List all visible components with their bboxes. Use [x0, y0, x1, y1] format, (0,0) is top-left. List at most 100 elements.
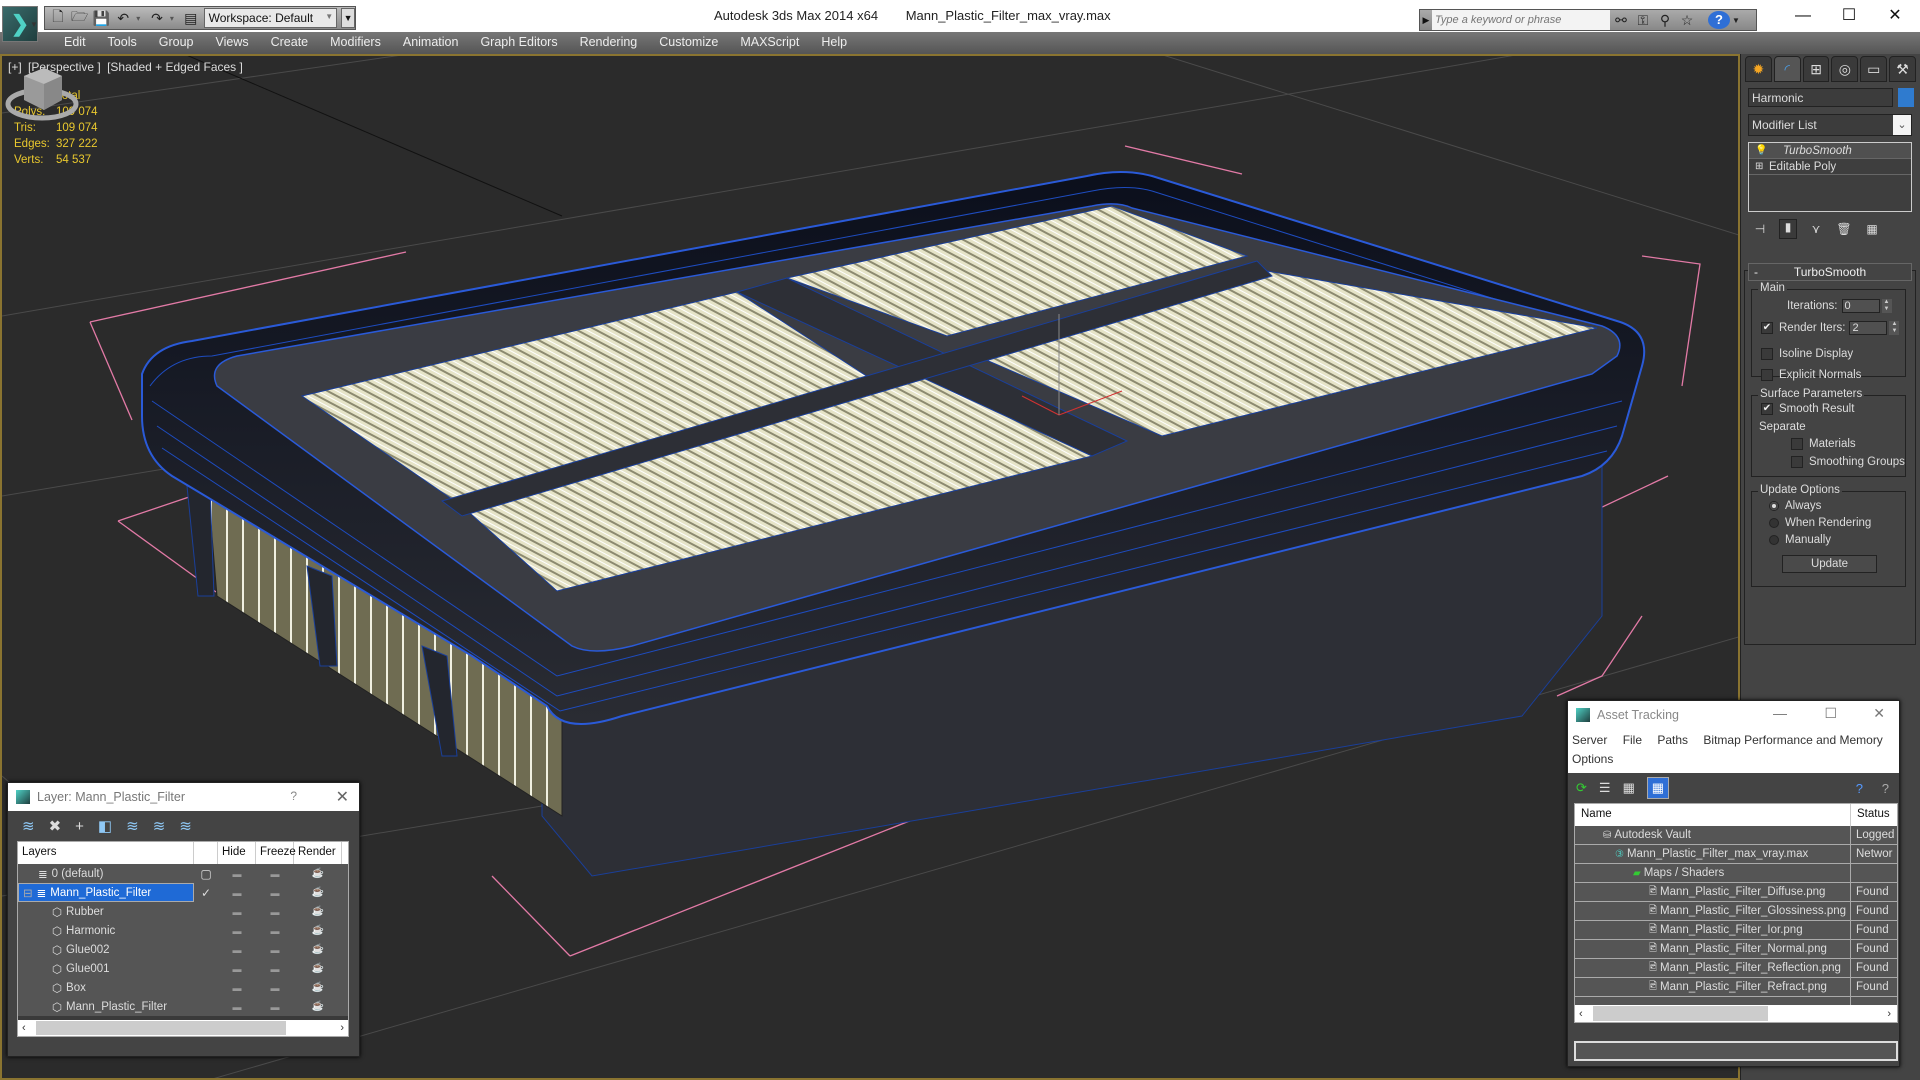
- maximize-button[interactable]: ☐: [1824, 705, 1837, 722]
- expand-plus-icon[interactable]: ⊞: [1755, 161, 1769, 172]
- hide-toggle[interactable]: ▬: [218, 926, 256, 936]
- save-file-icon[interactable]: 💾: [93, 9, 111, 27]
- isoline-display-checkbox[interactable]: [1761, 348, 1773, 360]
- redo-icon[interactable]: ↷: [148, 9, 166, 27]
- refresh-icon[interactable]: ⟳: [1576, 780, 1587, 796]
- minimize-button[interactable]: —: [1773, 705, 1787, 721]
- show-end-result-icon[interactable]: ▮: [1779, 219, 1797, 239]
- close-button[interactable]: ✕: [1872, 4, 1918, 28]
- table-view-icon[interactable]: ▦: [1646, 777, 1669, 799]
- render-teapot-icon[interactable]: ☕: [294, 982, 342, 993]
- configure-modifier-sets-icon[interactable]: ▦: [1863, 222, 1881, 236]
- freeze-toggle[interactable]: ▬: [256, 964, 294, 974]
- collapse-minus-icon[interactable]: ⊟: [23, 886, 33, 900]
- hide-toggle[interactable]: ▬: [218, 983, 256, 993]
- column-layers[interactable]: Layers: [18, 842, 194, 864]
- viewcube[interactable]: [2, 56, 82, 126]
- display-tab[interactable]: ▭: [1860, 56, 1888, 82]
- asset-row[interactable]: ⛁ Autodesk Vault Logged: [1575, 826, 1897, 845]
- help-icon[interactable]: ?: [1856, 781, 1863, 796]
- hide-toggle[interactable]: ▬: [218, 945, 256, 955]
- scrollbar-thumb[interactable]: [36, 1021, 286, 1035]
- modify-tab[interactable]: ◜: [1773, 56, 1801, 82]
- asset-row[interactable]: 🖻 Mann_Plastic_Filter_Glossiness.png Foun…: [1575, 902, 1897, 921]
- hierarchy-tab[interactable]: ⊞: [1802, 56, 1830, 82]
- menu-views[interactable]: Views: [207, 32, 262, 54]
- list-view-icon[interactable]: ☰: [1599, 780, 1611, 796]
- hide-toggle[interactable]: ▬: [218, 888, 256, 898]
- asset-row[interactable]: 🖻 Mann_Plastic_Filter_Refract.png Found: [1575, 978, 1897, 997]
- render-teapot-icon[interactable]: ☕: [294, 887, 342, 898]
- object-name-field[interactable]: Harmonic: [1748, 88, 1893, 107]
- pin-stack-icon[interactable]: ⊣: [1751, 222, 1769, 236]
- menu-graph-editors[interactable]: Graph Editors: [472, 32, 571, 54]
- column-render[interactable]: Render: [294, 842, 342, 864]
- menu-rendering[interactable]: Rendering: [572, 32, 652, 54]
- new-file-icon[interactable]: 🗋: [49, 8, 67, 27]
- menu-bitmap-performance[interactable]: Bitmap Performance and Memory: [1703, 733, 1882, 747]
- hide-toggle[interactable]: ▬: [218, 964, 256, 974]
- help-icon[interactable]: ?: [1708, 11, 1730, 29]
- asset-row[interactable]: 🖻 Mann_Plastic_Filter_Diffuse.png Found: [1575, 883, 1897, 902]
- update-button[interactable]: Update: [1782, 555, 1877, 573]
- scrollbar-thumb[interactable]: [1593, 1006, 1768, 1021]
- column-freeze[interactable]: Freeze: [256, 842, 296, 864]
- make-unique-icon[interactable]: ⋎: [1807, 222, 1825, 236]
- hide-freeze-all-icon[interactable]: ≋: [179, 817, 192, 835]
- object-row[interactable]: ⬡ Box ▬ ▬ ☕: [18, 978, 348, 997]
- menu-customize[interactable]: Customize: [651, 32, 732, 54]
- undo-icon[interactable]: ↶: [114, 9, 132, 27]
- materials-checkbox[interactable]: [1791, 438, 1803, 450]
- asset-tracking-titlebar[interactable]: Asset Tracking — ☐ ✕: [1568, 701, 1899, 729]
- scroll-left-icon[interactable]: ‹: [1579, 1008, 1583, 1020]
- freeze-toggle[interactable]: ▬: [256, 869, 294, 879]
- update-when-rendering-radio[interactable]: [1769, 518, 1779, 528]
- tree-view-icon[interactable]: ▦: [1623, 780, 1635, 796]
- satellite-icon[interactable]: ⚲: [1654, 12, 1676, 29]
- render-teapot-icon[interactable]: ☕: [294, 906, 342, 917]
- iterations-spinner[interactable]: 0: [1841, 299, 1880, 313]
- menu-animation[interactable]: Animation: [395, 32, 473, 54]
- render-teapot-icon[interactable]: ☕: [294, 925, 342, 936]
- search-input[interactable]: [1432, 10, 1610, 30]
- horizontal-scrollbar[interactable]: ‹ ›: [1575, 1005, 1897, 1022]
- column-status[interactable]: Status: [1851, 804, 1896, 826]
- add-to-layer-icon[interactable]: +: [75, 818, 84, 835]
- object-row[interactable]: ⬡ Glue002 ▬ ▬ ☕: [18, 940, 348, 959]
- help-button[interactable]: ?: [290, 789, 297, 803]
- close-button[interactable]: ✕: [1873, 705, 1885, 722]
- menu-file[interactable]: File: [1623, 733, 1642, 747]
- key-icon[interactable]: ⚿: [1632, 12, 1654, 29]
- asset-row[interactable]: 🖻 Mann_Plastic_Filter_Reflection.png Foun…: [1575, 959, 1897, 978]
- hide-toggle[interactable]: ▬: [218, 869, 256, 879]
- layer-row[interactable]: ⊟ ≣ Mann_Plastic_Filter ✓ ▬ ▬ ☕: [18, 883, 348, 902]
- object-row[interactable]: ⬡ Glue001 ▬ ▬ ☕: [18, 959, 348, 978]
- render-teapot-icon[interactable]: ☕: [294, 868, 342, 879]
- layer-row[interactable]: ≣ 0 (default) ▢ ▬ ▬ ☕: [18, 864, 348, 883]
- smoothing-groups-checkbox[interactable]: [1791, 456, 1803, 468]
- delete-layer-icon[interactable]: ✖: [49, 817, 62, 835]
- render-iters-spinner[interactable]: 2: [1849, 321, 1888, 335]
- freeze-toggle[interactable]: ▬: [256, 945, 294, 955]
- hide-toggle[interactable]: ▬: [218, 1002, 256, 1012]
- spinner-arrows-icon[interactable]: ▲ ▼: [1881, 299, 1892, 313]
- qat-overflow-button[interactable]: ▼: [341, 8, 355, 28]
- update-always-radio[interactable]: [1769, 501, 1779, 511]
- hide-toggle[interactable]: ▬: [218, 907, 256, 917]
- viewport-shading-menu[interactable]: [Shaded + Edged Faces ]: [107, 60, 243, 74]
- undo-dropdown-icon[interactable]: ▾: [136, 14, 144, 23]
- lightbulb-icon[interactable]: 💡: [1755, 145, 1769, 156]
- modifier-list-dropdown[interactable]: Modifier List ⌄: [1748, 114, 1912, 136]
- column-current[interactable]: [194, 842, 218, 864]
- freeze-toggle[interactable]: ▬: [256, 983, 294, 993]
- turbosmooth-rollout-header[interactable]: - TurboSmooth: [1748, 263, 1912, 281]
- object-row[interactable]: ⬡ Harmonic ▬ ▬ ☕: [18, 921, 348, 940]
- layer-dialog-titlebar[interactable]: Layer: Mann_Plastic_Filter ? ✕: [8, 783, 359, 811]
- redo-dropdown-icon[interactable]: ▾: [170, 14, 178, 23]
- menu-server[interactable]: Server: [1572, 733, 1607, 747]
- menu-modifiers[interactable]: Modifiers: [322, 32, 395, 54]
- create-tab[interactable]: ✹: [1745, 56, 1772, 82]
- set-current-layer-icon[interactable]: ≋: [153, 817, 166, 835]
- render-iters-checkbox[interactable]: ✔: [1761, 322, 1773, 334]
- scroll-right-icon[interactable]: ›: [1887, 1008, 1891, 1020]
